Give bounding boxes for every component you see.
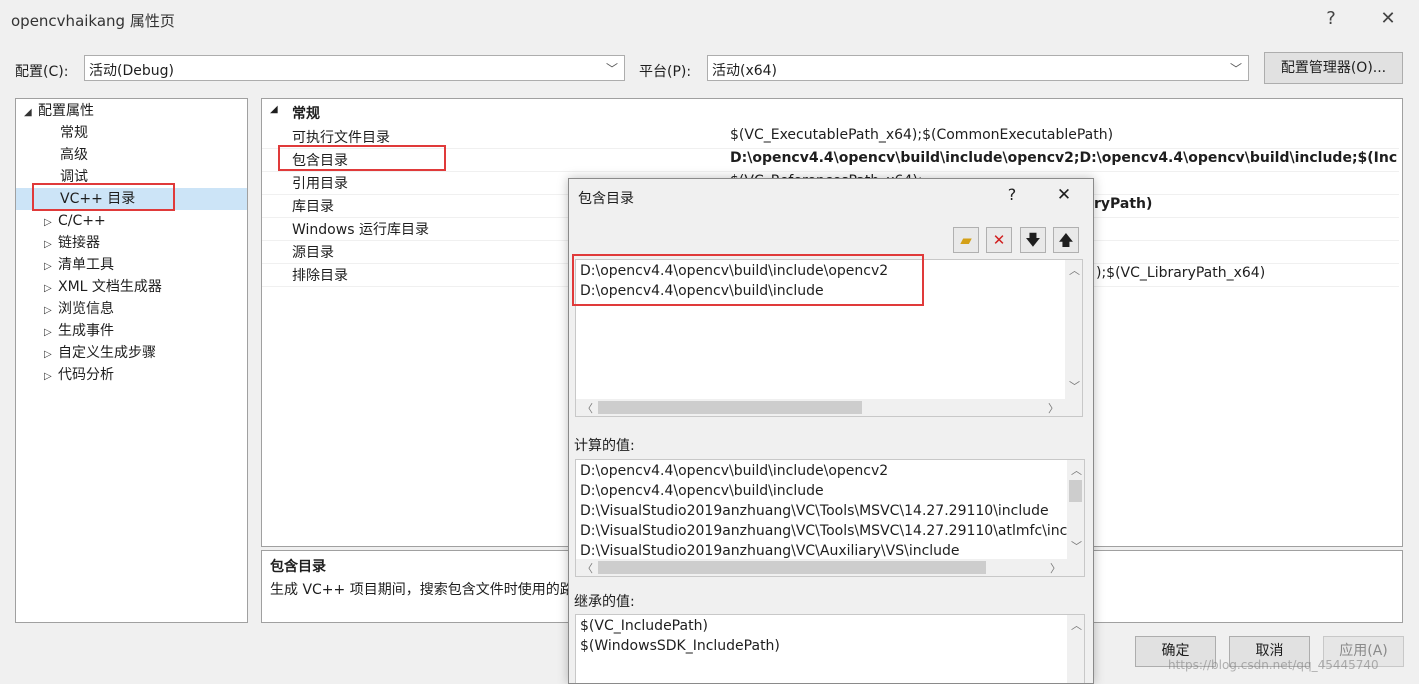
dialog-help-button[interactable]: ? <box>1001 185 1023 204</box>
collapsed-triangle-icon: ▷ <box>44 371 52 382</box>
tree-root[interactable]: ◢ 配置属性 <box>24 100 94 122</box>
chevron-left-icon: 〈 <box>582 562 593 575</box>
config-label: 配置(C): <box>15 64 69 80</box>
list-item: $(VC_IncludePath) <box>580 618 708 634</box>
collapsed-triangle-icon: ▷ <box>44 283 52 294</box>
list-item: $(WindowsSDK_IncludePath) <box>580 638 780 654</box>
collapsed-triangle-icon: ▷ <box>44 327 52 338</box>
platform-value: 活动(x64) <box>712 63 778 79</box>
computed-label: 计算的值: <box>574 438 635 454</box>
chevron-down-icon: ﹀ <box>605 62 618 76</box>
arrow-down-icon: 🡇 <box>1025 231 1041 249</box>
tree-item-xml-doc[interactable]: ▷ XML 文档生成器 <box>44 276 162 298</box>
move-down-button[interactable]: 🡇 <box>1020 227 1046 253</box>
tree-item-manifest-tool[interactable]: ▷ 清单工具 <box>44 254 114 276</box>
list-item: D:\VisualStudio2019anzhuang\VC\Tools\MSV… <box>580 503 1049 519</box>
vertical-scrollbar[interactable]: ︿ <box>1067 615 1084 683</box>
arrow-up-icon: 🡅 <box>1058 231 1074 249</box>
collapsed-triangle-icon: ▷ <box>44 305 52 316</box>
close-button[interactable]: ✕ <box>1375 6 1401 32</box>
include-directories-dialog: 包含目录 ? ✕ ▰ ✕ 🡇 🡅 D:\opencv4.4\opencv\bui… <box>568 178 1094 684</box>
tree-item-custom-build[interactable]: ▷ 自定义生成步骤 <box>44 342 156 364</box>
section-title: 常规 <box>292 106 320 122</box>
chevron-down-icon: ﹀ <box>1069 380 1080 393</box>
chevron-right-icon: 〉 <box>1050 562 1061 575</box>
collapsed-triangle-icon: ▷ <box>44 261 52 272</box>
vertical-scrollbar[interactable]: ︿ ﹀ <box>1067 460 1084 559</box>
prop-row-include[interactable]: 包含目录 D:\opencv4.4\opencv\build\include\o… <box>262 148 1399 172</box>
expanded-triangle-icon: ◢ <box>270 104 278 115</box>
delete-button[interactable]: ✕ <box>986 227 1012 253</box>
chevron-left-icon: 〈 <box>582 402 593 415</box>
title-bar: opencvhaikang 属性页 ? ✕ <box>0 0 1419 38</box>
tree-item-browse-info[interactable]: ▷ 浏览信息 <box>44 298 114 320</box>
expanded-triangle-icon: ◢ <box>24 107 32 118</box>
dialog-close-button[interactable]: ✕ <box>1053 185 1075 205</box>
dialog-title: 包含目录 <box>578 191 634 207</box>
list-item: D:\opencv4.4\opencv\build\include\opencv… <box>580 463 889 479</box>
scroll-thumb[interactable] <box>598 401 862 414</box>
computed-listbox[interactable]: D:\opencv4.4\opencv\build\include\opencv… <box>575 459 1085 577</box>
property-tree: ◢ 配置属性 常规 高级 调试 VC++ 目录 ▷ C/C++ ▷ 链接器 ▷ 清单工具… <box>15 98 248 623</box>
move-up-button[interactable]: 🡅 <box>1053 227 1079 253</box>
platform-label: 平台(P): <box>639 64 692 80</box>
list-item: D:\VisualStudio2019anzhuang\VC\Tools\MSV… <box>580 523 1085 539</box>
edit-listbox[interactable]: D:\opencv4.4\opencv\build\include\opencv… <box>575 259 1083 417</box>
collapsed-triangle-icon: ▷ <box>44 217 52 228</box>
chevron-down-icon: ﹀ <box>1229 62 1242 76</box>
chevron-up-icon: ︿ <box>1069 264 1080 277</box>
list-item: D:\opencv4.4\opencv\build\include <box>580 483 824 499</box>
scroll-thumb[interactable] <box>1069 480 1082 502</box>
list-item[interactable]: D:\opencv4.4\opencv\build\include <box>580 283 824 299</box>
chevron-down-icon: ﹀ <box>1071 540 1082 553</box>
config-value: 活动(Debug) <box>89 63 174 79</box>
config-select[interactable]: 活动(Debug) ﹀ <box>84 55 625 81</box>
vertical-scrollbar[interactable]: ︿ ﹀ <box>1065 260 1082 399</box>
platform-select[interactable]: 活动(x64) ﹀ <box>707 55 1249 81</box>
description-title: 包含目录 <box>270 559 326 575</box>
collapsed-triangle-icon: ▷ <box>44 239 52 250</box>
tree-root-label: 配置属性 <box>38 103 94 119</box>
inherited-label: 继承的值: <box>574 594 635 610</box>
chevron-up-icon: ︿ <box>1071 619 1082 632</box>
horizontal-scrollbar[interactable]: 〈 〉 <box>576 399 1082 416</box>
inherited-listbox[interactable]: $(VC_IncludePath) $(WindowsSDK_IncludePa… <box>575 614 1085 683</box>
prop-row-executable[interactable]: 可执行文件目录 $(VC_ExecutablePath_x64);$(Commo… <box>262 125 1399 149</box>
new-line-button[interactable]: ▰ <box>953 227 979 253</box>
tree-item-debugging[interactable]: 调试 <box>60 166 88 188</box>
help-button[interactable]: ? <box>1318 6 1344 32</box>
new-folder-icon: ▰ <box>960 231 972 249</box>
tree-item-vc-directories[interactable]: VC++ 目录 <box>16 188 247 210</box>
chevron-up-icon: ︿ <box>1071 464 1082 477</box>
tree-item-linker[interactable]: ▷ 链接器 <box>44 232 100 254</box>
scroll-thumb[interactable] <box>598 561 986 574</box>
collapsed-triangle-icon: ▷ <box>44 349 52 360</box>
list-item[interactable]: D:\opencv4.4\opencv\build\include\opencv… <box>580 263 888 279</box>
tree-item-advanced[interactable]: 高级 <box>60 144 88 166</box>
window-title: opencvhaikang 属性页 <box>11 12 175 30</box>
tree-item-cpp[interactable]: ▷ C/C++ <box>44 210 106 232</box>
tree-item-code-analysis[interactable]: ▷ 代码分析 <box>44 364 114 386</box>
config-manager-button[interactable]: 配置管理器(O)... <box>1264 52 1403 84</box>
horizontal-scrollbar[interactable]: 〈 〉 <box>576 559 1084 576</box>
grid-section-header[interactable]: ◢ 常规 <box>262 99 1402 123</box>
tree-item-build-events[interactable]: ▷ 生成事件 <box>44 320 114 342</box>
chevron-right-icon: 〉 <box>1048 402 1059 415</box>
list-item: D:\VisualStudio2019anzhuang\VC\Auxiliary… <box>580 543 960 559</box>
tree-item-general[interactable]: 常规 <box>60 122 88 144</box>
delete-icon: ✕ <box>992 231 1006 249</box>
watermark: https://blog.csdn.net/qq_45445740 <box>1168 658 1379 672</box>
